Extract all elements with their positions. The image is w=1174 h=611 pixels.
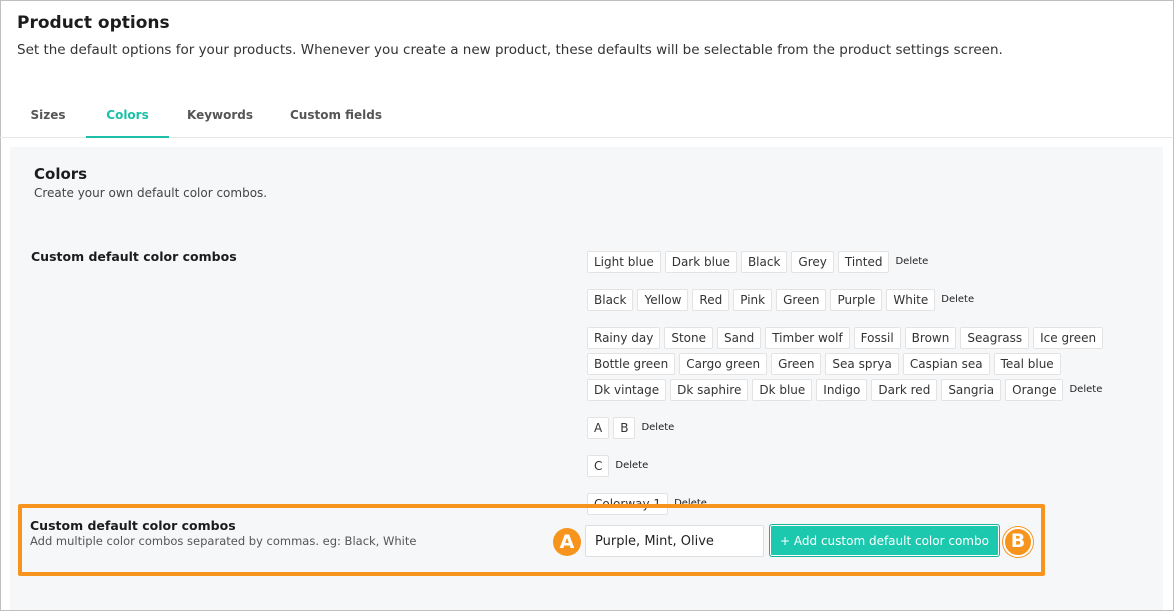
combos-label: Custom default color combos bbox=[31, 249, 237, 264]
color-chip: Rainy day bbox=[587, 327, 661, 349]
section-description: Create your own default color combos. bbox=[34, 186, 268, 200]
delete-combo-link[interactable]: Delete bbox=[895, 251, 928, 273]
color-chip: Red bbox=[692, 289, 730, 311]
color-chip: Dk blue bbox=[752, 379, 813, 401]
delete-combo-link[interactable]: Delete bbox=[1069, 379, 1102, 401]
delete-combo-link[interactable]: Delete bbox=[941, 289, 974, 311]
page-description: Set the default options for your product… bbox=[17, 42, 1003, 58]
combo-row: Rainy day Stone Sand Timber wolf Fossil Brown… bbox=[587, 327, 1132, 405]
combo-row: Black Yellow Red Pink Green Purple White Delete bbox=[587, 289, 1132, 315]
color-chip: Black bbox=[740, 251, 788, 273]
color-chip: White bbox=[886, 289, 936, 311]
color-chip: Sangria bbox=[941, 379, 1002, 401]
delete-combo-link[interactable]: Delete bbox=[615, 455, 648, 477]
color-chip: Indigo bbox=[816, 379, 868, 401]
color-chip: Green bbox=[771, 353, 822, 375]
combo-input[interactable] bbox=[585, 525, 764, 557]
color-chip: Tinted bbox=[837, 251, 890, 273]
color-chip: Pink bbox=[733, 289, 773, 311]
color-chip: Dark blue bbox=[664, 251, 737, 273]
color-chip: Seagrass bbox=[960, 327, 1030, 349]
color-chip: Grey bbox=[791, 251, 834, 273]
color-chip: Yellow bbox=[637, 289, 689, 311]
tab-bar: Sizes Colors Keywords Custom fields bbox=[0, 98, 1172, 138]
combo-row: A B Delete bbox=[587, 417, 1132, 443]
add-combos-description: Add multiple color combos separated by c… bbox=[30, 534, 417, 548]
color-chip: Timber wolf bbox=[765, 327, 850, 349]
color-chip: Orange bbox=[1005, 379, 1064, 401]
color-chip: Green bbox=[776, 289, 827, 311]
color-chip: Stone bbox=[664, 327, 714, 349]
color-chip: Teal blue bbox=[993, 353, 1061, 375]
tab-keywords[interactable]: Keywords bbox=[180, 98, 260, 138]
section-title: Colors bbox=[34, 165, 88, 183]
color-chip: Sea sprya bbox=[825, 353, 899, 375]
color-chip: Black bbox=[587, 289, 634, 311]
color-chip: Dark red bbox=[871, 379, 938, 401]
color-chip: Bottle green bbox=[587, 353, 676, 375]
color-chip: Sand bbox=[717, 327, 762, 349]
color-chip: Ice green bbox=[1033, 327, 1104, 349]
color-chip: Cargo green bbox=[679, 353, 768, 375]
tab-sizes[interactable]: Sizes bbox=[19, 98, 77, 138]
color-chip: C bbox=[587, 455, 610, 477]
page-title: Product options bbox=[17, 13, 170, 33]
color-chip: Light blue bbox=[587, 251, 661, 273]
tab-colors[interactable]: Colors bbox=[86, 98, 169, 138]
color-chip: Brown bbox=[904, 327, 957, 349]
marker-a: A bbox=[553, 528, 581, 556]
color-chip: Fossil bbox=[853, 327, 901, 349]
add-combo-button[interactable]: + Add custom default color combo bbox=[769, 524, 1000, 557]
color-chip: B bbox=[613, 417, 636, 439]
color-chip: Caspian sea bbox=[902, 353, 990, 375]
color-chip: Purple bbox=[830, 289, 883, 311]
marker-b: B bbox=[1003, 527, 1033, 557]
combo-row: C Delete bbox=[587, 455, 1132, 481]
combo-list: Light blue Dark blue Black Grey Tinted Delete… bbox=[587, 251, 1132, 531]
color-chip: Dk saphire bbox=[670, 379, 749, 401]
add-combos-label: Custom default color combos bbox=[30, 518, 236, 533]
color-chip: A bbox=[587, 417, 610, 439]
delete-combo-link[interactable]: Delete bbox=[641, 417, 674, 439]
combo-row: Light blue Dark blue Black Grey Tinted Delete bbox=[587, 251, 1132, 277]
color-chip: Dk vintage bbox=[587, 379, 667, 401]
tab-custom-fields[interactable]: Custom fields bbox=[282, 98, 390, 138]
